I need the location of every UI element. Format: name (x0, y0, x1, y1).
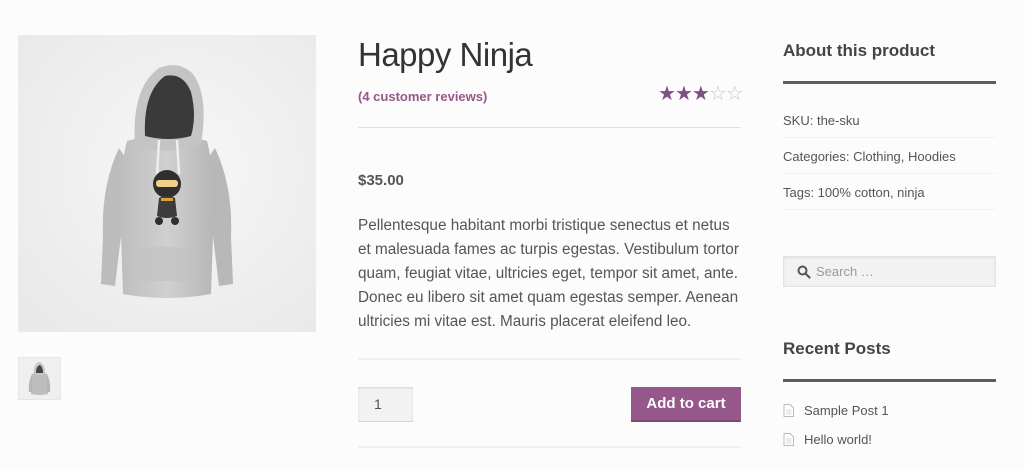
star-icon: ☆ (708, 83, 727, 105)
search-form (783, 256, 996, 287)
search-icon (797, 265, 811, 279)
star-icon: ★ (658, 83, 676, 105)
recent-posts-heading-rule (783, 379, 996, 382)
recent-post-link[interactable]: Hello world! (783, 432, 872, 447)
hoodie-thumbnail-image (19, 358, 60, 399)
summary-divider (358, 127, 741, 128)
about-product-heading: About this product (783, 41, 936, 60)
document-icon (783, 404, 794, 417)
product-thumbnail[interactable] (18, 357, 61, 400)
star-icon: ☆ (725, 83, 744, 105)
customer-reviews-link[interactable]: (4 customer reviews) (358, 89, 487, 104)
product-main-image[interactable] (18, 35, 316, 332)
search-input[interactable] (816, 257, 994, 286)
recent-post-link[interactable]: Sample Post 1 (783, 403, 889, 418)
cart-divider (358, 446, 741, 448)
star-icon: ★ (674, 83, 693, 105)
star-icon: ★ (691, 83, 710, 105)
document-icon (783, 433, 794, 446)
product-price: $35.00 (358, 172, 404, 189)
recent-posts-heading: Recent Posts (783, 339, 891, 358)
star-rating: ★★★☆☆ (658, 83, 744, 105)
product-categories[interactable]: Categories: Clothing, Hoodies (783, 149, 996, 174)
product-tags[interactable]: Tags: 100% cotton, ninja (783, 185, 996, 210)
hoodie-image (19, 36, 315, 331)
recent-post-label: Hello world! (804, 432, 872, 447)
quantity-input[interactable] (358, 387, 413, 422)
description-divider (358, 358, 741, 360)
add-to-cart-button[interactable]: Add to cart (631, 387, 741, 420)
about-heading-rule (783, 81, 996, 84)
product-title: Happy Ninja (358, 36, 533, 73)
recent-post-label: Sample Post 1 (804, 403, 889, 418)
product-sku: SKU: the-sku (783, 113, 996, 138)
product-description: Pellentesque habitant morbi tristique se… (358, 217, 739, 330)
